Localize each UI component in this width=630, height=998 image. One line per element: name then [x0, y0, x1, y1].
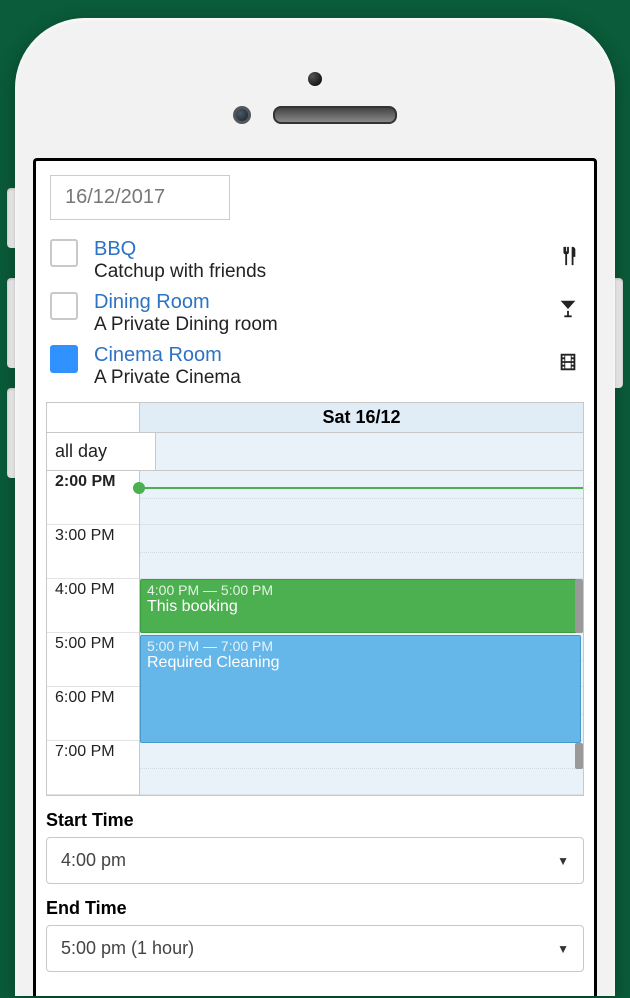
end-time-value: 5:00 pm (1 hour) — [61, 938, 194, 959]
martini-icon — [552, 298, 584, 327]
event-cleaning[interactable]: 5:00 PM — 7:00 PM Required Cleaning — [140, 635, 581, 743]
camera-icon — [308, 72, 322, 86]
event-title: Required Cleaning — [147, 654, 574, 672]
hour-label: 6:00 PM — [47, 687, 139, 741]
sensor-icon — [233, 106, 251, 124]
hour-label: 3:00 PM — [47, 525, 139, 579]
chevron-down-icon: ▼ — [557, 854, 569, 868]
resource-desc: Catchup with friends — [94, 261, 544, 284]
resource-title[interactable]: BBQ — [94, 237, 544, 261]
resource-desc: A Private Dining room — [94, 314, 544, 337]
checkbox[interactable] — [50, 292, 78, 320]
resource-title[interactable]: Dining Room — [94, 290, 544, 314]
scrollbar-thumb[interactable] — [575, 579, 583, 633]
end-time-section: End Time 5:00 pm (1 hour) ▼ — [46, 898, 584, 972]
speaker-icon — [273, 106, 397, 124]
calendar-day-column[interactable]: 4:00 PM — 5:00 PM This booking 5:00 PM —… — [140, 471, 583, 795]
end-time-select[interactable]: 5:00 pm (1 hour) ▼ — [46, 925, 584, 972]
resource-desc: A Private Cinema — [94, 367, 544, 390]
event-time: 4:00 PM — 5:00 PM — [147, 582, 574, 598]
time-gutter: 2:00 PM 3:00 PM 4:00 PM 5:00 PM 6:00 PM … — [47, 471, 140, 795]
chevron-down-icon: ▼ — [557, 942, 569, 956]
start-time-label: Start Time — [46, 810, 584, 831]
resource-item-bbq[interactable]: BBQ Catchup with friends — [50, 234, 584, 287]
hour-label: 7:00 PM — [47, 741, 139, 795]
film-icon — [552, 351, 584, 380]
hour-label: 2:00 PM — [47, 471, 139, 525]
allday-label: all day — [47, 433, 156, 471]
calendar-day-header: Sat 16/12 — [140, 403, 583, 433]
checkbox[interactable] — [50, 239, 78, 267]
start-time-select[interactable]: 4:00 pm ▼ — [46, 837, 584, 884]
allday-cell[interactable] — [156, 433, 583, 471]
checkbox[interactable] — [50, 345, 78, 373]
scrollbar-thumb[interactable] — [575, 743, 583, 769]
resource-item-cinema[interactable]: Cinema Room A Private Cinema — [50, 340, 584, 393]
volume-up-button — [7, 278, 15, 368]
resource-list: BBQ Catchup with friends Dining Room A P… — [50, 234, 584, 392]
utensils-icon — [552, 245, 584, 274]
event-title: This booking — [147, 598, 574, 616]
resource-item-dining[interactable]: Dining Room A Private Dining room — [50, 287, 584, 340]
start-time-value: 4:00 pm — [61, 850, 126, 871]
side-button — [7, 188, 15, 248]
hour-label: 4:00 PM — [47, 579, 139, 633]
calendar-body[interactable]: 2:00 PM 3:00 PM 4:00 PM 5:00 PM 6:00 PM … — [47, 471, 583, 795]
resource-title[interactable]: Cinema Room — [94, 343, 544, 367]
hour-label: 5:00 PM — [47, 633, 139, 687]
calendar-gutter-header — [47, 403, 140, 433]
event-time: 5:00 PM — 7:00 PM — [147, 638, 574, 654]
phone-top — [33, 38, 597, 158]
end-time-label: End Time — [46, 898, 584, 919]
app-screen: 16/12/2017 BBQ Catchup with friends Dini… — [33, 158, 597, 996]
phone-frame: 16/12/2017 BBQ Catchup with friends Dini… — [15, 18, 615, 996]
now-indicator-line — [139, 487, 583, 489]
event-this-booking[interactable]: 4:00 PM — 5:00 PM This booking — [140, 579, 581, 633]
power-button — [615, 278, 623, 388]
calendar: Sat 16/12 all day 2:00 PM 3:00 PM 4:00 P… — [46, 402, 584, 796]
date-input[interactable]: 16/12/2017 — [50, 175, 230, 220]
volume-down-button — [7, 388, 15, 478]
start-time-section: Start Time 4:00 pm ▼ — [46, 810, 584, 884]
